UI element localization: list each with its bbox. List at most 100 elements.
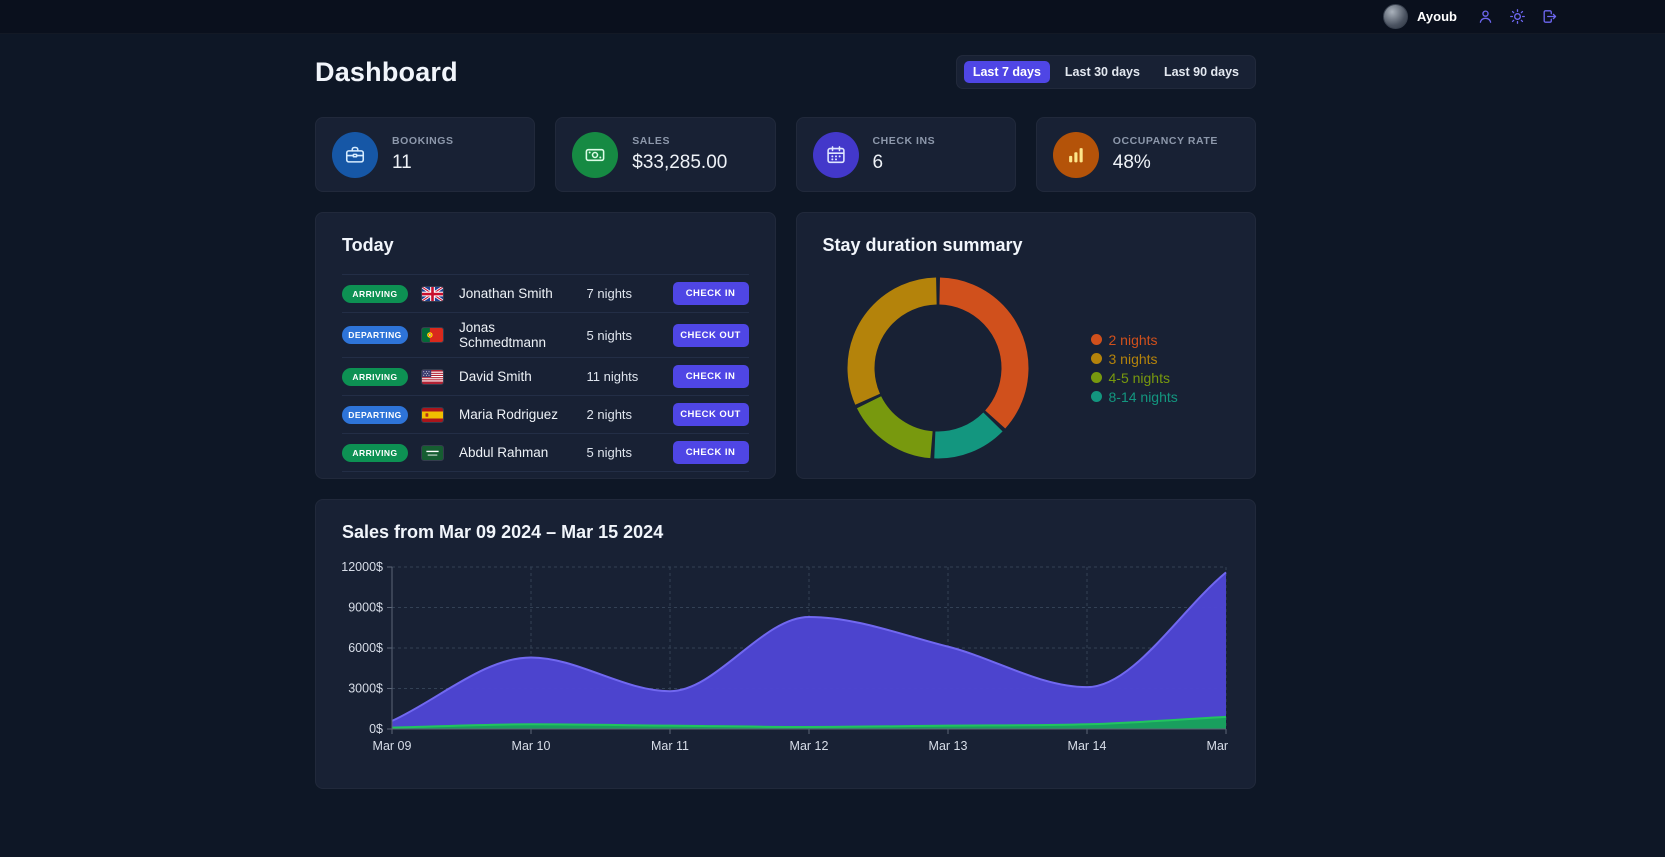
legend-label: 2 nights [1109,332,1158,348]
legend-dot-icon [1091,353,1102,364]
stat-label: SALES [632,135,727,147]
flag-es-icon [422,408,443,422]
logout-icon [1541,8,1558,25]
x-axis-tick-label: Mar 09 [373,739,412,753]
stat-value: $33,285.00 [632,152,727,174]
today-activity-list: ARRIVING Jonathan Smith 7 nights CHECK IN DE… [342,274,749,472]
logout-button[interactable] [1539,6,1560,27]
legend-item-3-nights: 3 nights [1091,351,1178,367]
stat-label: OCCUPANCY RATE [1113,135,1218,147]
guest-row: DEPARTING Maria Rodriguez 2 nights CHECK OU… [342,396,749,434]
flag-pt-icon [422,328,443,342]
stay-duration-card: Stay duration summary 2 nights 3 nights 4-… [796,212,1257,479]
legend-item-2-nights: 2 nights [1091,332,1178,348]
check-in-button[interactable]: CHECK IN [673,441,749,464]
y-axis-tick-label: 0$ [369,722,383,736]
user-profile-button[interactable] [1475,6,1496,27]
flag-us-icon [422,370,443,384]
duration-chart: 2 nights 3 nights 4-5 nights 8-14 nights [823,271,1230,463]
guest-row: ARRIVING David Smith 11 nights CHECK IN [342,358,749,396]
x-axis-tick-label: Mar 11 [651,739,689,753]
filter-last-90-days[interactable]: Last 90 days [1155,61,1248,83]
x-axis-tick-label: Mar 14 [1068,739,1107,753]
y-axis-tick-label: 3000$ [348,682,383,696]
nights-count: 5 nights [587,328,661,343]
banknote-icon [572,132,618,178]
legend-dot-icon [1091,334,1102,345]
stat-value: 11 [392,152,454,174]
flag-gb-icon [422,287,443,301]
filter-last-30-days[interactable]: Last 30 days [1056,61,1149,83]
app-header: Ayoub [0,0,1665,34]
sales-title: Sales from Mar 09 2024 – Mar 15 2024 [342,522,1229,543]
x-axis-tick-label: Mar 12 [790,739,829,753]
nights-count: 5 nights [587,445,661,460]
check-out-button[interactable]: CHECK OUT [673,324,749,347]
dark-mode-toggle[interactable] [1507,6,1528,27]
y-axis-tick-label: 6000$ [348,641,383,655]
legend-dot-icon [1091,391,1102,402]
briefcase-icon [332,132,378,178]
dashboard-page: Dashboard Last 7 days Last 30 days Last 90… [315,34,1256,849]
nights-count: 7 nights [587,286,661,301]
sales-chart-card: Sales from Mar 09 2024 – Mar 15 2024 0$ 3… [315,499,1256,789]
guest-name: Jonathan Smith [459,286,579,301]
y-axis-tick-label: 9000$ [348,601,383,615]
guest-name: Maria Rodriguez [459,407,579,422]
sun-icon [1509,8,1526,25]
guest-row: DEPARTING Jonas Schmedtmann 5 nights CHECK … [342,313,749,358]
calendar-icon [813,132,859,178]
date-range-filter: Last 7 days Last 30 days Last 90 days [956,55,1256,89]
avatar [1383,4,1408,29]
header-actions [1475,6,1560,27]
page-title: Dashboard [315,57,458,88]
status-badge: DEPARTING [342,326,408,344]
legend-item-4-5-nights: 4-5 nights [1091,370,1178,386]
guest-name: Jonas Schmedtmann [459,320,579,350]
stat-card-bookings: BOOKINGS 11 [315,117,535,192]
x-axis-tick-label: Mar 13 [929,739,968,753]
user-icon [1477,8,1494,25]
stat-value: 48% [1113,152,1218,174]
total-sales-area [392,572,1226,729]
legend-label: 3 nights [1109,351,1158,367]
check-in-button[interactable]: CHECK IN [673,282,749,305]
nights-count: 11 nights [587,369,661,384]
stat-value: 6 [873,152,936,174]
today-card: Today ARRIVING Jonathan Smith 7 nights CHEC… [315,212,776,479]
guest-row: ARRIVING Jonathan Smith 7 nights CHECK IN [342,275,749,313]
y-axis-tick-label: 12000$ [342,560,383,574]
user-name: Ayoub [1417,9,1457,24]
status-badge: ARRIVING [342,444,408,462]
legend-dot-icon [1091,372,1102,383]
legend-item-8-14-nights: 8-14 nights [1091,389,1178,405]
status-badge: ARRIVING [342,285,408,303]
guest-name: Abdul Rahman [459,445,579,460]
sales-area-chart: 0$ 3000$ 6000$ 9000$ 12000$ Mar 09 Mar 10 Mar 1… [342,557,1231,767]
bar-chart-icon [1053,132,1099,178]
duration-title: Stay duration summary [823,235,1230,256]
legend-label: 4-5 nights [1109,370,1170,386]
status-badge: ARRIVING [342,368,408,386]
stat-label: BOOKINGS [392,135,454,147]
guest-row: ARRIVING Abdul Rahman 5 nights CHECK IN [342,434,749,472]
check-out-button[interactable]: CHECK OUT [673,403,749,426]
duration-donut-chart [843,273,1033,463]
flag-sa-icon [422,446,443,460]
guest-name: David Smith [459,369,579,384]
duration-legend: 2 nights 3 nights 4-5 nights 8-14 nights [1091,332,1178,405]
x-axis-tick-label: Mar 10 [512,739,551,753]
check-in-button[interactable]: CHECK IN [673,365,749,388]
stat-card-sales: SALES $33,285.00 [555,117,775,192]
stats-grid: BOOKINGS 11 SALES $33,285.00 CHECK INS 6 OCCUP… [315,117,1256,192]
x-axis-tick-label: Mar 15 [1207,739,1231,753]
legend-label: 8-14 nights [1109,389,1178,405]
stat-label: CHECK INS [873,135,936,147]
status-badge: DEPARTING [342,406,408,424]
today-title: Today [342,235,749,256]
filter-last-7-days[interactable]: Last 7 days [964,61,1050,83]
user-chip: Ayoub [1383,4,1457,29]
nights-count: 2 nights [587,407,661,422]
stat-card-occupancy-rate: OCCUPANCY RATE 48% [1036,117,1256,192]
stat-card-check-ins: CHECK INS 6 [796,117,1016,192]
